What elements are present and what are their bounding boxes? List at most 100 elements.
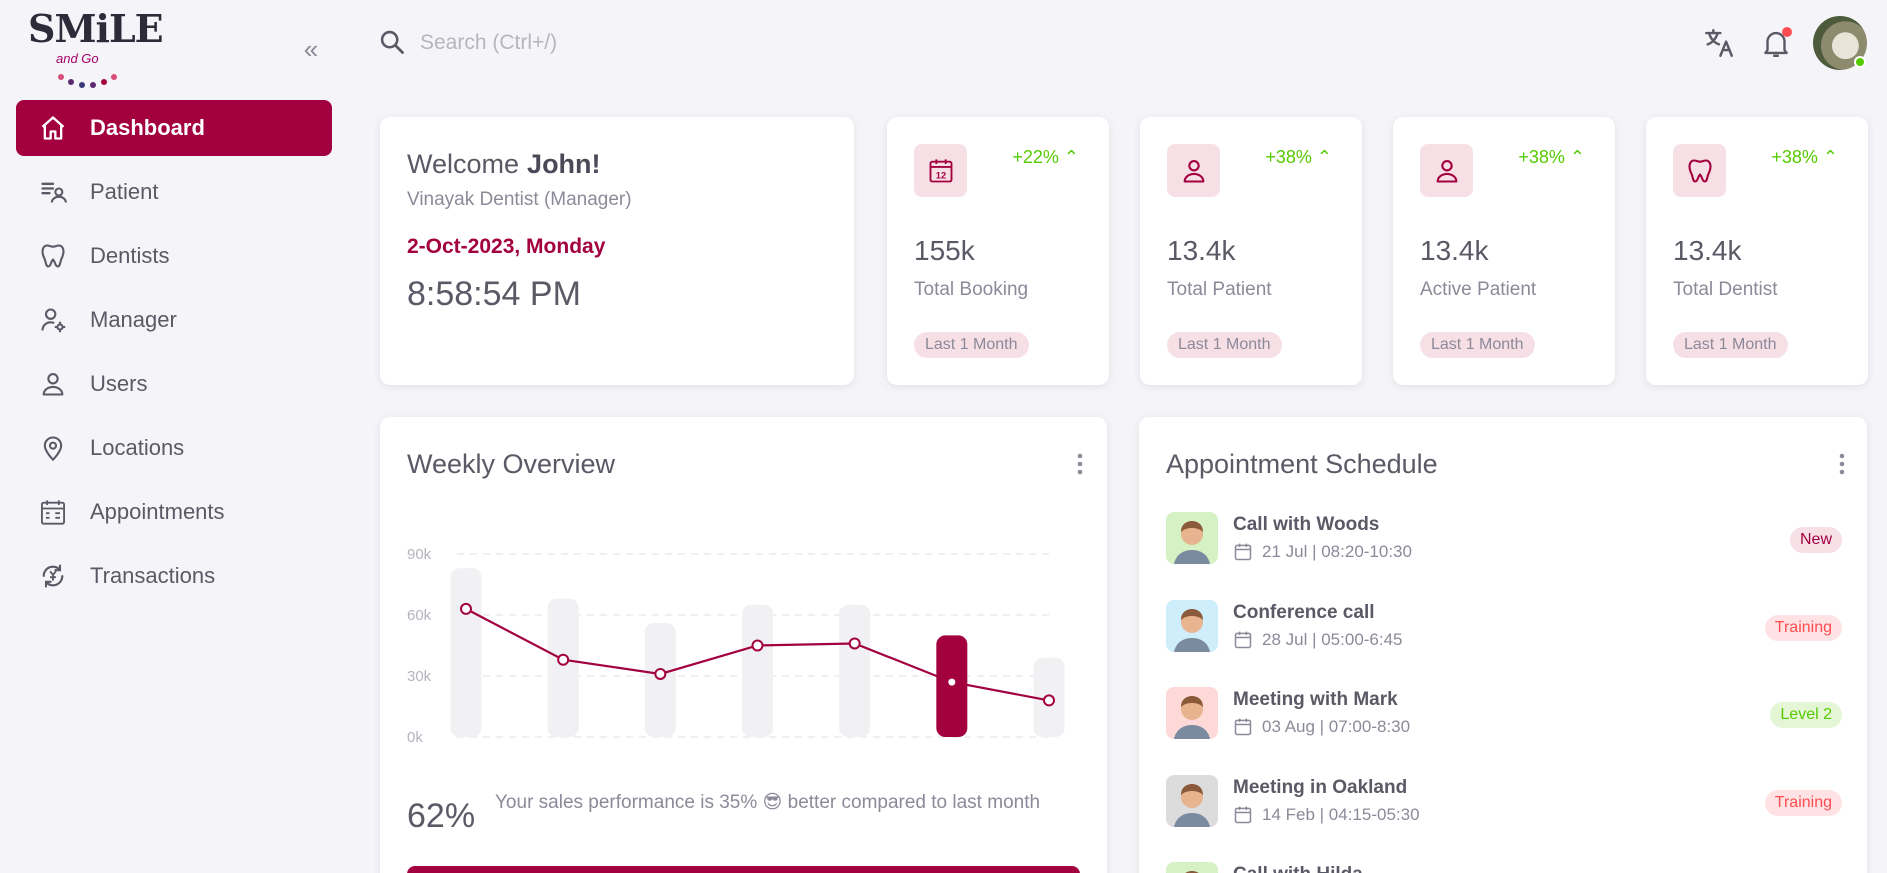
weekly-overview-title: Weekly Overview (407, 449, 616, 479)
details-button[interactable] (407, 866, 1080, 873)
performance-value: 62% (407, 797, 476, 835)
appointment-title: Meeting in Oakland (1233, 777, 1408, 798)
tooth-icon (1673, 144, 1726, 197)
stat-card: +38% ⌃ 13.4k Active Patient Last 1 Month (1393, 117, 1615, 385)
y-tick-label: 30k (407, 668, 432, 685)
appointment-time: 28 Jul | 05:00-6:45 (1262, 630, 1403, 649)
appointment-avatar (1166, 862, 1218, 873)
patient-list-icon (38, 177, 68, 207)
stat-change: +38% ⌃ (1265, 147, 1332, 167)
appointment-badge: Level 2 (1770, 702, 1842, 728)
map-pin-icon (38, 433, 68, 463)
calendar-icon (1234, 543, 1252, 561)
logo[interactable]: SMiLE and Go (28, 6, 164, 90)
home-icon (38, 113, 68, 143)
appointment-avatar (1166, 512, 1218, 564)
user-icon (38, 369, 68, 399)
stat-change: +22% ⌃ (1012, 147, 1079, 167)
appointment-title: Conference call (1233, 602, 1375, 623)
appointment-avatar (1166, 600, 1218, 652)
collapse-sidebar-icon[interactable]: « (296, 34, 326, 64)
welcome-date: 2-Oct-2023, Monday (407, 235, 606, 258)
calendar-icon (1234, 806, 1252, 824)
performance-text: Your sales performance is 35% 😎 better c… (495, 792, 1041, 813)
appointment-item[interactable]: Call with Hilda (1166, 862, 1842, 873)
appointment-item[interactable]: Meeting in Oakland 14 Feb | 04:15-05:30 Tr… (1166, 775, 1842, 829)
chevron-up-icon: ⌃ (1063, 147, 1079, 167)
chart-point (1043, 694, 1055, 707)
sidebar-item-dentists[interactable]: Dentists (16, 228, 332, 284)
sidebar-item-appointments[interactable]: Appointments (16, 484, 332, 540)
stat-period-badge: Last 1 Month (914, 332, 1029, 358)
welcome-title: Welcome John! (407, 149, 601, 180)
sidebar-item-locations[interactable]: Locations (16, 420, 332, 476)
chart-bar (742, 604, 773, 737)
welcome-card: Welcome John! Vinayak Dentist (Manager) 2… (380, 117, 854, 385)
sidebar-item-transactions[interactable]: Transactions (16, 548, 332, 604)
logo-main-text: SMiLE (28, 6, 164, 51)
calendar-icon (1234, 718, 1252, 736)
search-input[interactable] (420, 26, 1020, 60)
translate-icon[interactable] (1702, 26, 1736, 60)
weekly-more-options-icon[interactable] (1070, 451, 1090, 479)
stat-value: 13.4k (1420, 235, 1489, 266)
logo-sub-text: and Go (56, 51, 99, 66)
chevron-up-icon: ⌃ (1822, 147, 1838, 167)
appointment-item[interactable]: Call with Woods 21 Jul | 08:20-10:30 New (1166, 512, 1842, 566)
appointment-schedule-title: Appointment Schedule (1166, 449, 1438, 479)
tooth-icon (38, 241, 68, 271)
chart-bar (839, 604, 871, 737)
stat-label: Active Patient (1420, 279, 1537, 300)
chart-point (948, 678, 956, 686)
sidebar-item-label: Locations (90, 435, 185, 460)
sidebar-item-manager[interactable]: Manager (16, 292, 332, 348)
sidebar-nav: Dashboard Patient Dentists Manager Users Loca… (16, 100, 332, 612)
chart-bar (450, 568, 482, 737)
welcome-greeting: Welcome (407, 149, 520, 179)
stat-label: Total Patient (1167, 279, 1272, 300)
chart-bar (644, 623, 676, 737)
welcome-subtitle: Vinayak Dentist (Manager) (407, 189, 632, 210)
chevron-up-icon: ⌃ (1569, 147, 1585, 167)
y-tick-label: 90k (407, 546, 432, 563)
chevron-up-icon: ⌃ (1316, 147, 1332, 167)
chart-point (751, 639, 764, 652)
schedule-more-options-icon[interactable] (1832, 451, 1852, 479)
stat-period-badge: Last 1 Month (1420, 332, 1535, 358)
calendar-icon (1234, 631, 1252, 649)
stat-value: 13.4k (1167, 235, 1236, 266)
stat-label: Total Dentist (1673, 279, 1778, 300)
chart-point (460, 602, 472, 615)
search-icon[interactable] (378, 28, 406, 56)
calendar-icon (38, 497, 68, 527)
logo-dots (58, 74, 128, 90)
sidebar: SMiLE and Go « Dashboard Patient Dentists M… (0, 0, 345, 873)
sidebar-item-users[interactable]: Users (16, 356, 332, 412)
appointment-title: Call with Woods (1233, 514, 1380, 535)
stat-card: 12 +22% ⌃ 155k Total Booking Last 1 Month (887, 117, 1109, 385)
user-icon (1167, 144, 1220, 197)
sidebar-item-label: Dashboard (90, 115, 205, 140)
welcome-clock: 8:58:54 PM (407, 275, 581, 313)
sidebar-item-patient[interactable]: Patient (16, 164, 332, 220)
appointment-item[interactable]: Conference call 28 Jul | 05:00-6:45 Traini… (1166, 600, 1842, 654)
sidebar-item-label: Dentists (90, 243, 170, 268)
currency-exchange-icon (38, 561, 68, 591)
stat-change: +38% ⌃ (1771, 147, 1838, 167)
stat-label: Total Booking (914, 279, 1029, 300)
y-tick-label: 0k (407, 729, 423, 746)
sidebar-item-label: Transactions (90, 563, 216, 588)
appointment-item[interactable]: Meeting with Mark 03 Aug | 07:00-8:30 Leve… (1166, 687, 1842, 741)
stat-card: +38% ⌃ 13.4k Total Dentist Last 1 Month (1646, 117, 1868, 385)
y-tick-label: 60k (407, 607, 432, 624)
stat-change: +38% ⌃ (1518, 147, 1585, 167)
stat-value: 155k (914, 235, 975, 266)
appointment-badge: Training (1764, 615, 1842, 641)
appointment-avatar (1166, 775, 1218, 827)
appointment-title: Meeting with Mark (1233, 689, 1398, 710)
sidebar-item-label: Users (90, 371, 148, 396)
sidebar-item-dashboard[interactable]: Dashboard (16, 100, 332, 156)
online-status-dot (1854, 56, 1866, 68)
appointment-avatar (1166, 687, 1218, 739)
sidebar-item-label: Appointments (90, 499, 225, 524)
